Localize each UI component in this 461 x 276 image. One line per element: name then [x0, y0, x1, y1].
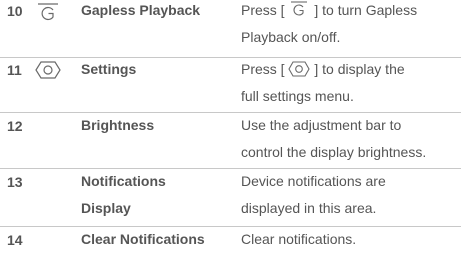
- description-text: Clear notifications.: [241, 231, 357, 247]
- description-text: Playback on/off.: [241, 29, 341, 45]
- settings-gear-icon: [32, 59, 64, 81]
- description-text: ] to display the: [314, 61, 405, 77]
- row-number: 14: [7, 232, 23, 248]
- row-number: 10: [7, 3, 23, 19]
- feature-name-line: Notifications: [81, 173, 166, 189]
- description-text: ] to turn Gapless: [314, 2, 418, 18]
- feature-description: Clear notifications.: [241, 226, 456, 253]
- gapless-g-icon: [288, 1, 310, 19]
- table-row-10: 10 Gapless Playback Press [ ] to turn Ga…: [0, 0, 461, 58]
- feature-name: Settings: [81, 61, 137, 77]
- description-text: Press [: [241, 61, 285, 77]
- table-row-13: 13 Notifications Display Device notifica…: [0, 169, 461, 227]
- table-row-12: 12 Brightness Use the adjustment bar to …: [0, 113, 461, 169]
- feature-name-line: Display: [81, 200, 131, 216]
- feature-name: Gapless Playback: [81, 2, 201, 18]
- feature-name: Brightness: [81, 117, 155, 133]
- feature-name: Clear Notifications: [81, 231, 205, 247]
- feature-description: Device notifications are displayed in th…: [241, 168, 456, 222]
- row-number: 13: [7, 174, 23, 190]
- gapless-g-icon: [32, 2, 64, 24]
- description-text: Press [: [241, 2, 285, 18]
- feature-table: 10 Gapless Playback Press [ ] to turn Ga…: [0, 0, 461, 276]
- feature-description: Press [ ] to display the full settings m…: [241, 56, 456, 110]
- row-number: 12: [7, 118, 23, 134]
- description-text: Device notifications are: [241, 173, 386, 189]
- description-text: full settings menu.: [241, 88, 354, 104]
- table-row-14: 14 Clear Notifications Clear notificatio…: [0, 227, 461, 276]
- feature-description: Press [ ] to turn Gapless Playback on/of…: [241, 0, 456, 51]
- settings-gear-icon: [288, 60, 311, 78]
- description-text: Use the adjustment bar to: [241, 117, 402, 133]
- feature-name: Notifications Display: [81, 168, 251, 222]
- row-number: 11: [7, 62, 22, 78]
- description-text: displayed in this area.: [241, 200, 377, 216]
- description-text: control the display brightness.: [241, 144, 427, 160]
- feature-description: Use the adjustment bar to control the di…: [241, 112, 456, 166]
- table-row-11: 11 Settings Press [ ] to display the ful…: [0, 58, 461, 113]
